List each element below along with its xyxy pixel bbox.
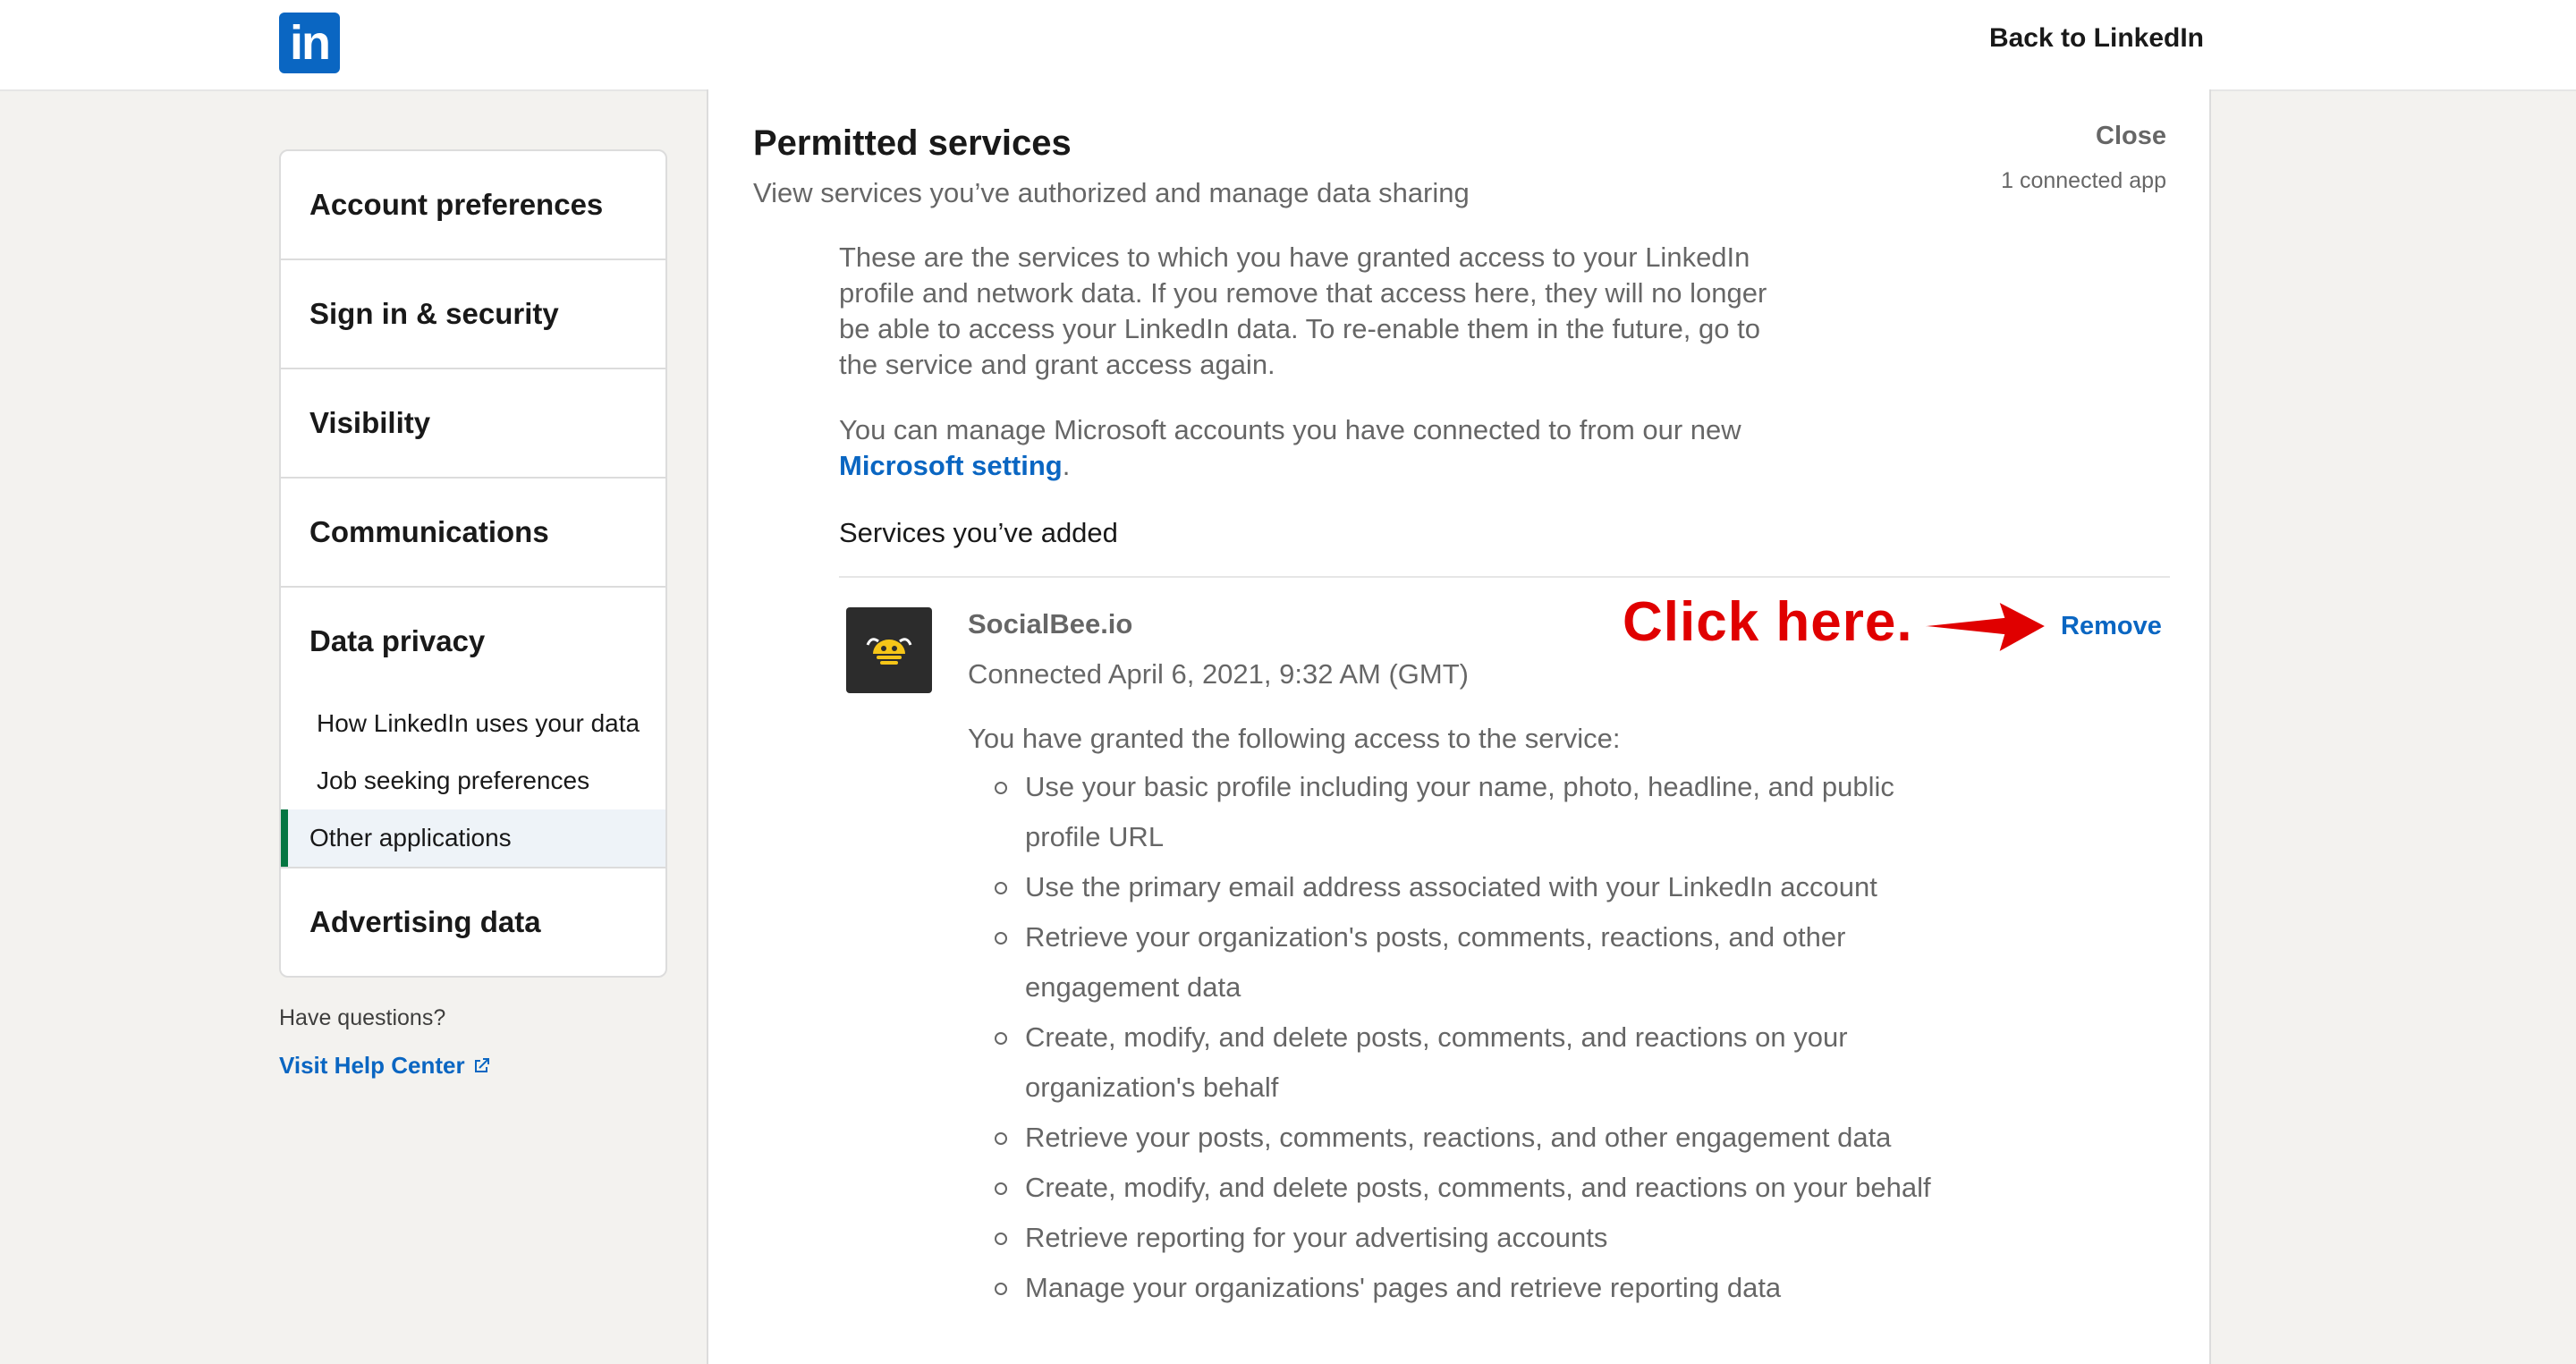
sidebar-item-visibility[interactable]: Visibility	[281, 369, 665, 479]
sidebar-item-advertising-data[interactable]: Advertising data	[281, 868, 665, 976]
external-link-icon	[474, 1057, 489, 1072]
bullet-icon	[995, 1032, 1007, 1045]
top-bar: in Back to LinkedIn	[0, 0, 2576, 91]
socialbee-logo	[846, 607, 932, 693]
sidebar-item-account-preferences[interactable]: Account preferences	[281, 151, 665, 260]
bullet-icon	[995, 1132, 1007, 1145]
permission-item: Create, modify, and delete posts, commen…	[995, 1163, 1937, 1213]
permission-item: Retrieve your organization's posts, comm…	[995, 912, 1937, 1012]
bullet-icon	[995, 1233, 1007, 1245]
permission-text: Retrieve reporting for your advertising …	[1025, 1222, 1608, 1253]
red-arrow-icon	[1917, 598, 2049, 656]
permission-item: Use your basic profile including your na…	[995, 762, 1937, 862]
granted-access-intro: You have granted the following access to…	[968, 723, 1621, 754]
annotation-click-here: Click here.	[1623, 591, 1913, 653]
bullet-icon	[995, 932, 1007, 945]
divider	[839, 576, 2170, 578]
microsoft-paragraph: You can manage Microsoft accounts you ha…	[839, 412, 1805, 484]
bullet-icon	[995, 882, 1007, 894]
microsoft-paragraph-suffix: .	[1062, 450, 1071, 481]
permission-text: Use your basic profile including your na…	[1025, 771, 1894, 852]
bee-icon	[866, 638, 912, 665]
page-title: Permitted services	[753, 123, 1072, 163]
linkedin-logo[interactable]: in	[279, 13, 340, 73]
bullet-icon	[995, 1182, 1007, 1195]
sidebar-item-communications[interactable]: Communications	[281, 479, 665, 588]
permission-item: Manage your organizations' pages and ret…	[995, 1263, 1937, 1313]
sidebar-subitem-other-applications[interactable]: Other applications	[281, 809, 665, 867]
service-connected-date: Connected April 6, 2021, 9:32 AM (GMT)	[968, 658, 1469, 690]
permission-text: Create, modify, and delete posts, commen…	[1025, 1172, 1931, 1203]
bullet-icon	[995, 1283, 1007, 1295]
sidebar-subitem-job-seeking-preferences[interactable]: Job seeking preferences	[281, 752, 665, 809]
permission-text: Retrieve your organization's posts, comm…	[1025, 921, 1846, 1003]
permission-text: Manage your organizations' pages and ret…	[1025, 1272, 1782, 1303]
remove-button[interactable]: Remove	[2061, 612, 2162, 641]
bullet-icon	[995, 782, 1007, 794]
microsoft-paragraph-text: You can manage Microsoft accounts you ha…	[839, 414, 1741, 445]
permission-text: Create, modify, and delete posts, commen…	[1025, 1021, 1848, 1103]
sidebar-item-sign-in-security[interactable]: Sign in & security	[281, 260, 665, 369]
permission-item: Create, modify, and delete posts, commen…	[995, 1012, 1937, 1113]
permission-list: Use your basic profile including your na…	[968, 762, 1937, 1313]
sidebar-item-data-privacy[interactable]: Data privacy	[281, 588, 665, 695]
page-subtitle: View services you’ve authorized and mana…	[753, 177, 1470, 208]
microsoft-setting-link[interactable]: Microsoft setting	[839, 450, 1063, 481]
permission-item: Use the primary email address associated…	[995, 862, 1937, 912]
service-name: SocialBee.io	[968, 608, 1133, 640]
close-button[interactable]: Close	[2096, 122, 2166, 151]
help-question: Have questions?	[279, 1005, 446, 1030]
intro-paragraph: These are the services to which you have…	[839, 241, 1767, 380]
permission-text: Retrieve your posts, comments, reactions…	[1025, 1122, 1892, 1153]
settings-sidebar: Account preferences Sign in & security V…	[279, 149, 667, 978]
permission-item: Retrieve reporting for your advertising …	[995, 1213, 1937, 1263]
permitted-services-panel: Permitted services View services you’ve …	[707, 89, 2211, 1364]
help-center-link-label: Visit Help Center	[279, 1052, 465, 1079]
back-to-linkedin-link[interactable]: Back to LinkedIn	[1989, 23, 2204, 54]
permission-text: Use the primary email address associated…	[1025, 871, 1877, 902]
permission-item: Retrieve your posts, comments, reactions…	[995, 1113, 1937, 1163]
help-center-link[interactable]: Visit Help Center	[279, 1052, 492, 1080]
sidebar-group-data-privacy: Data privacy How LinkedIn uses your data…	[281, 588, 665, 868]
connected-app-count: 1 connected app	[2001, 168, 2166, 193]
sidebar-subitem-how-linkedin-uses-data[interactable]: How LinkedIn uses your data	[281, 695, 665, 752]
services-heading: Services you’ve added	[839, 517, 1118, 548]
